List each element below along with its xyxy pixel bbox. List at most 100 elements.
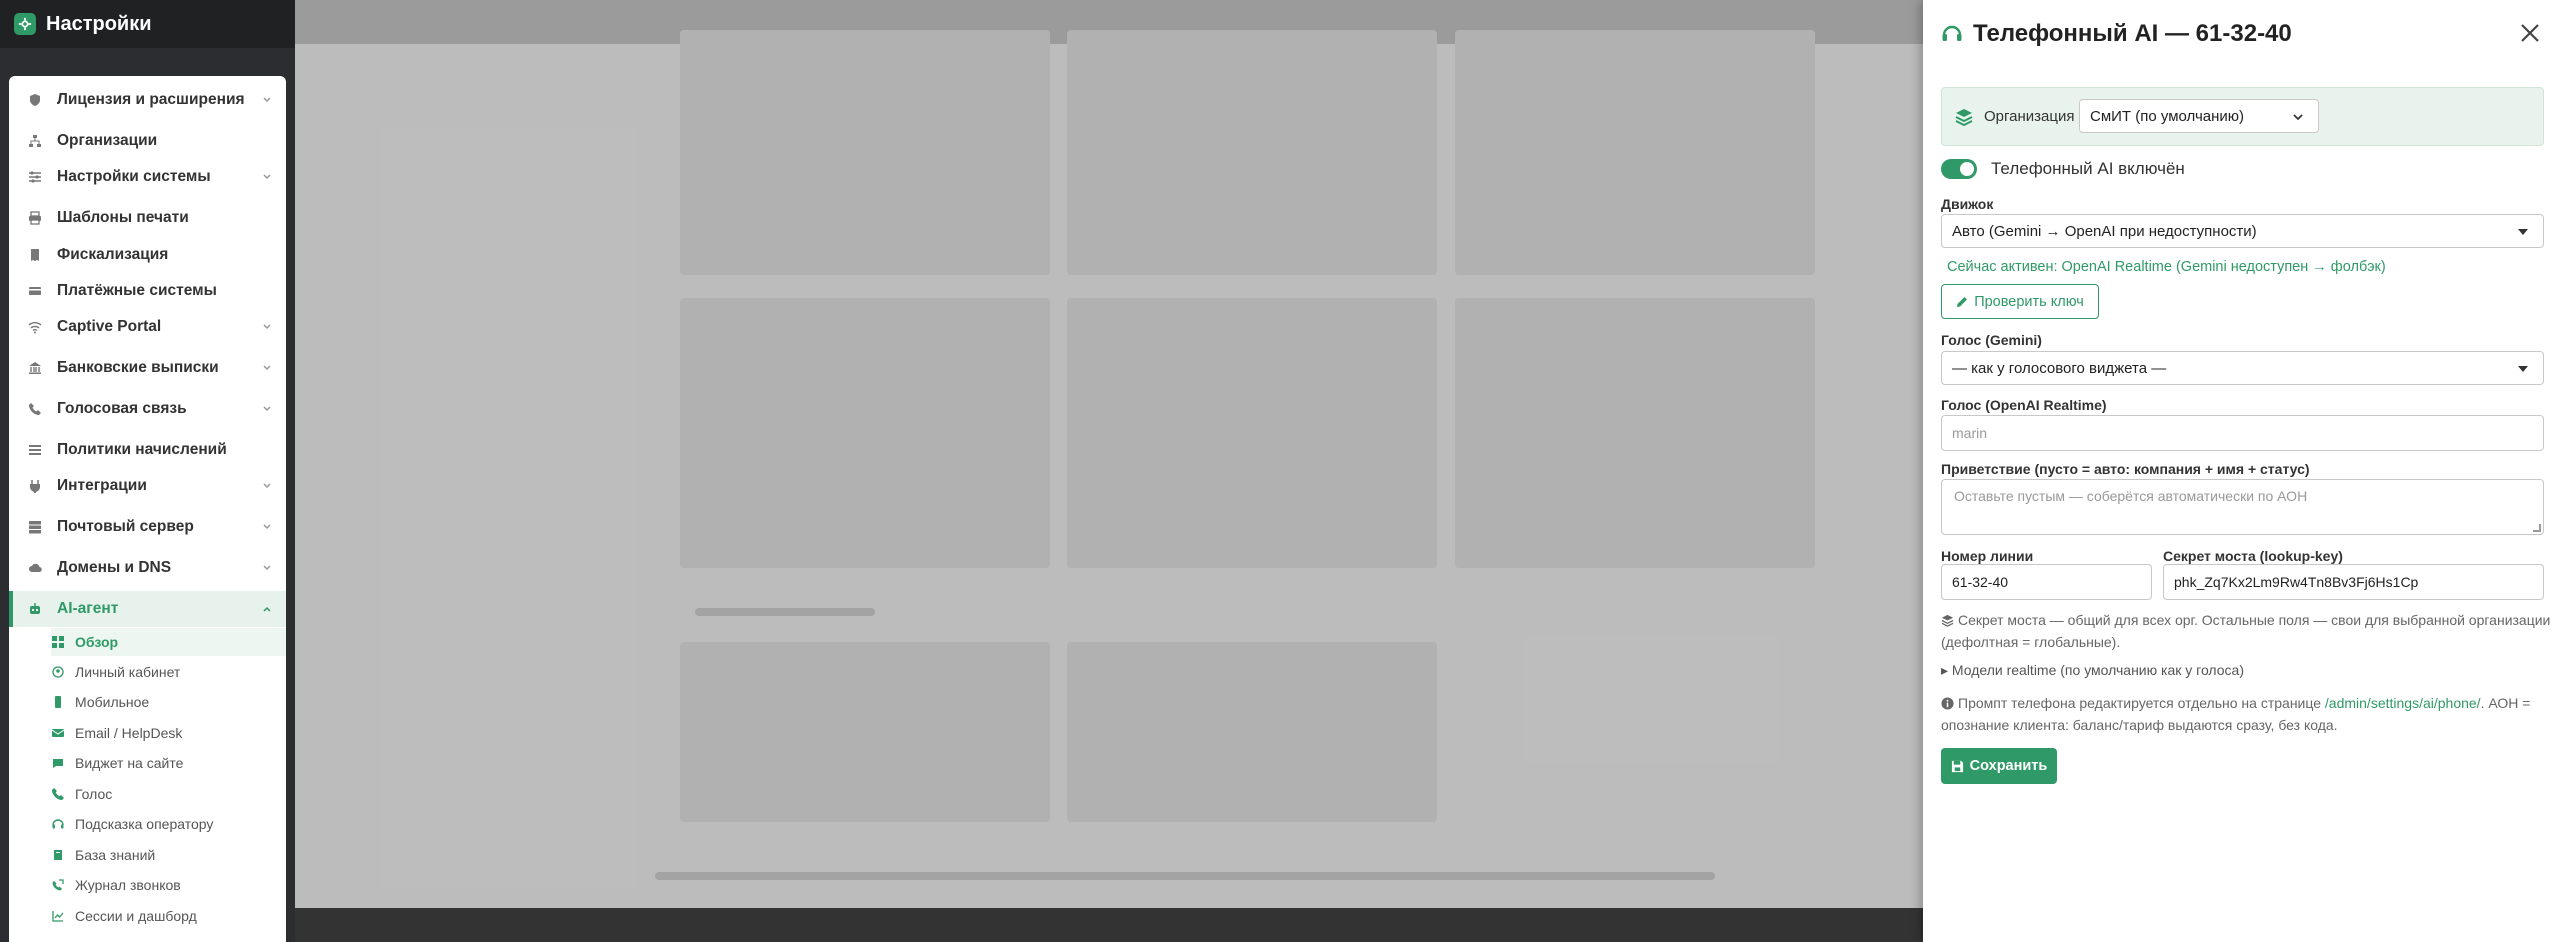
headset-icon — [51, 817, 65, 831]
sub-item-email-helpdesk[interactable]: Email / HelpDesk — [51, 719, 286, 747]
sub-item-label: Голос — [75, 786, 113, 802]
realtime-models-toggle[interactable]: ▸ Модели realtime (по умолчанию как у го… — [1941, 662, 2244, 679]
sub-item-label: Виджет на сайте — [75, 755, 184, 771]
book-icon — [51, 848, 65, 862]
check-key-button[interactable]: Проверить ключ — [1941, 284, 2099, 319]
sidebar-item-system-settings[interactable]: Настройки системы — [9, 159, 286, 195]
sidebar-item-integrations[interactable]: Интеграции — [9, 468, 286, 504]
sub-item-overview[interactable]: Обзор — [51, 628, 286, 656]
sub-item-call-log[interactable]: Журнал звонков — [51, 871, 286, 899]
prompt-note: Промпт телефона редактируется отдельно н… — [1941, 692, 2551, 736]
sidebar-item-print-templates[interactable]: Шаблоны печати — [9, 200, 286, 236]
sub-item-operator-hint[interactable]: Подсказка оператору — [51, 810, 286, 838]
sub-item-label: Личный кабинет — [75, 664, 181, 680]
sitemap-icon — [27, 133, 43, 149]
sub-item-label: Сессии и дашборд — [75, 908, 197, 924]
sidebar-item-domains-dns[interactable]: Домены и DNS — [9, 550, 286, 586]
sidebar-item-label: Платёжные системы — [57, 282, 217, 299]
sub-item-voice[interactable]: Голос — [51, 780, 286, 808]
sidebar-item-mail-server[interactable]: Почтовый сервер — [9, 509, 286, 545]
caret-down-icon — [2518, 229, 2528, 235]
save-button-label: Сохранить — [1969, 758, 2048, 774]
sidebar-item-label: Голосовая связь — [57, 400, 187, 417]
bridge-secret-value: phk_Zq7Kx2Lm9Rw4Tn8Bv3Fj6Hs1Cp — [2174, 574, 2419, 590]
line-number-value: 61-32-40 — [1952, 574, 2009, 590]
close-icon[interactable] — [2517, 20, 2543, 46]
sidebar-item-label: Фискализация — [57, 246, 169, 263]
organization-bar: Организация СмИТ (по умолчанию) — [1941, 87, 2544, 146]
sub-item-personal-account[interactable]: Личный кабинет — [51, 658, 286, 686]
phone-icon — [27, 401, 43, 417]
sidebar-item-billing-policies[interactable]: Политики начислений — [9, 432, 286, 468]
sidebar-item-label: Домены и DNS — [57, 559, 172, 576]
layers-icon — [1941, 614, 1954, 627]
phone-ai-drawer: Телефонный AI — 61-32-40 Организация СмИ… — [1923, 0, 2561, 942]
floppy-disk-icon — [1951, 760, 1963, 772]
sub-item-sessions-dashboard[interactable]: Сессии и дашборд — [51, 902, 286, 930]
sidebar-item-fiscalization[interactable]: Фискализация — [9, 237, 286, 273]
engine-label: Движок — [1941, 196, 1994, 212]
voice-openai-label: Голос (OpenAI Realtime) — [1941, 397, 2107, 413]
sidebar-item-ai-agent[interactable]: AI-агент — [9, 591, 286, 627]
sidebar-item-bank-statements[interactable]: Банковские выписки — [9, 350, 286, 386]
phone-ai-enabled-label: Телефонный AI включён — [1991, 159, 2185, 178]
sidebar-item-label: Лицензия и расширения — [57, 91, 245, 108]
bridge-secret-input[interactable]: phk_Zq7Kx2Lm9Rw4Tn8Bv3Fj6Hs1Cp — [2163, 564, 2544, 600]
settings-logo-icon — [14, 13, 36, 35]
user-circle-icon — [51, 665, 65, 679]
sub-item-label: Обзор — [75, 634, 119, 650]
phone-icon — [51, 787, 65, 801]
voice-gemini-select[interactable]: — как у голосового виджета — — [1941, 351, 2544, 385]
mobile-icon — [51, 695, 65, 709]
sub-item-knowledge-base[interactable]: База знаний — [51, 841, 286, 869]
resize-handle-icon[interactable] — [2533, 524, 2541, 532]
voice-gemini-value: — как у голосового виджета — — [1952, 359, 2167, 377]
voice-openai-placeholder: marin — [1952, 425, 1988, 441]
info-circle-icon — [1941, 697, 1954, 710]
check-key-label: Проверить ключ — [1974, 293, 2084, 310]
bridge-secret-note: Секрет моста — общий для всех орг. Остал… — [1941, 609, 2551, 653]
sidebar-item-label: Почтовый сервер — [57, 518, 194, 535]
chevron-down-icon — [2293, 114, 2303, 121]
engine-select[interactable]: Авто (Gemini → OpenAI при недоступности) — [1941, 214, 2544, 248]
active-engine-note: Сейчас активен: OpenAI Realtime (Gemini … — [1947, 259, 2386, 275]
sub-item-label: Email / HelpDesk — [75, 725, 183, 741]
greeting-placeholder: Оставьте пустым — соберётся автоматическ… — [1954, 488, 2308, 504]
grid-icon — [51, 635, 65, 649]
voice-openai-input[interactable]: marin — [1941, 415, 2544, 451]
organization-select[interactable]: СмИТ (по умолчанию) — [2079, 99, 2319, 133]
realtime-models-label: Модели realtime (по умолчанию как у голо… — [1951, 662, 2244, 678]
envelope-icon — [51, 726, 65, 740]
sidebar-item-label: Политики начислений — [57, 441, 227, 458]
line-number-label: Номер линии — [1941, 548, 2034, 564]
phone-ai-enabled-toggle[interactable] — [1941, 159, 1977, 179]
credit-card-icon — [27, 283, 43, 299]
save-button[interactable]: Сохранить — [1941, 748, 2057, 784]
prompt-page-link[interactable]: /admin/settings/ai/phone/ — [2325, 695, 2481, 711]
printer-icon — [27, 210, 43, 226]
prompt-note-pre: Промпт телефона редактируется отдельно н… — [1958, 695, 2322, 711]
greeting-textarea[interactable]: Оставьте пустым — соберётся автоматическ… — [1941, 479, 2544, 535]
sidebar-item-license[interactable]: Лицензия и расширения — [9, 82, 286, 118]
sub-item-mobile[interactable]: Мобильное — [51, 688, 286, 716]
sub-item-site-widget[interactable]: Виджет на сайте — [51, 749, 286, 777]
sidebar-item-organizations[interactable]: Организации — [9, 123, 286, 159]
sliders-icon — [27, 169, 43, 185]
organization-label: Организация — [1984, 108, 2075, 125]
line-number-input[interactable]: 61-32-40 — [1941, 564, 2152, 600]
pencil-icon — [1957, 296, 1968, 307]
chevron-down-icon — [263, 365, 271, 371]
modal-overlay[interactable] — [295, 0, 1923, 942]
voice-gemini-label: Голос (Gemini) — [1941, 332, 2042, 348]
sidebar-item-voice[interactable]: Голосовая связь — [9, 391, 286, 427]
caret-right-icon: ▸ — [1941, 662, 1952, 678]
chat-icon — [51, 756, 65, 770]
bridge-secret-label: Секрет моста (lookup-key) — [2163, 548, 2343, 564]
organization-value: СмИТ (по умолчанию) — [2090, 107, 2245, 125]
sidebar-item-captive-portal[interactable]: Captive Portal — [9, 309, 286, 345]
chevron-down-icon — [263, 483, 271, 489]
robot-icon — [27, 601, 43, 617]
sub-item-label: База знаний — [75, 847, 156, 863]
sidebar-item-payment-systems[interactable]: Платёжные системы — [9, 273, 286, 309]
chevron-down-icon — [263, 97, 271, 103]
